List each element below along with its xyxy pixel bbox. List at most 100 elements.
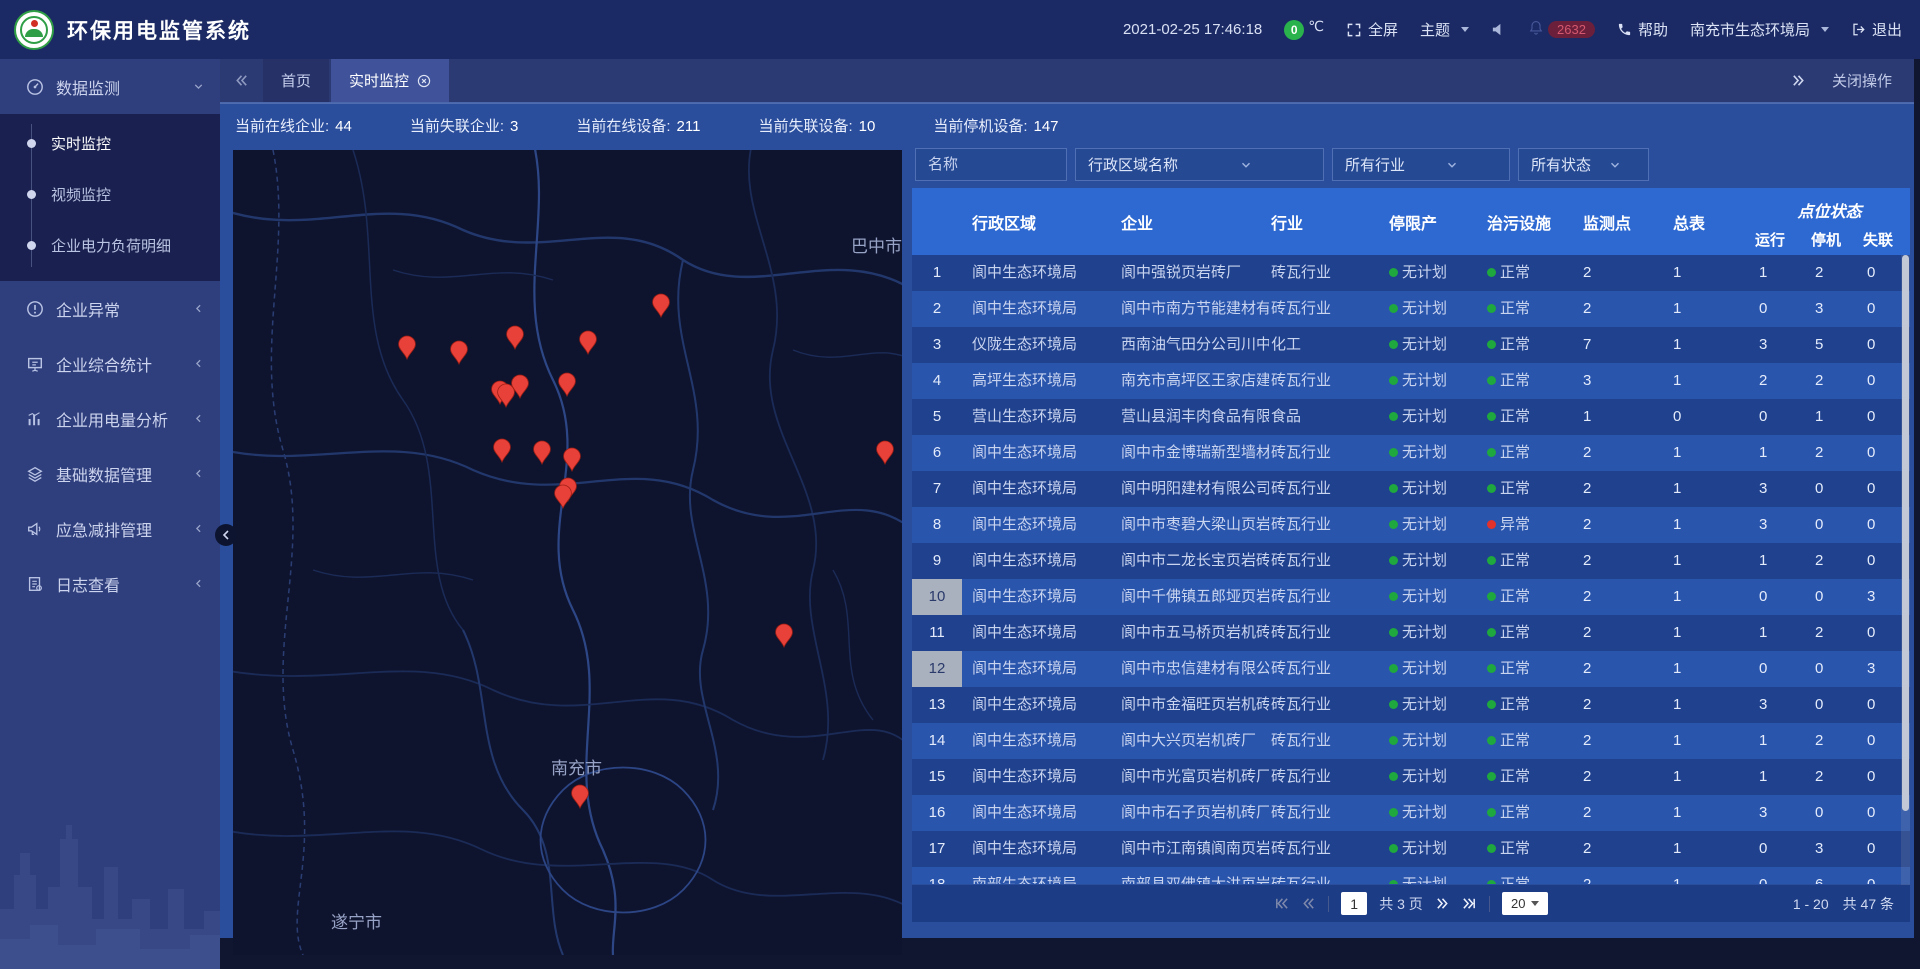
stat-label: 当前在线企业: bbox=[235, 118, 329, 135]
table-row[interactable]: 5营山生态环境局营山县润丰肉食品有限食品无计划正常10010 bbox=[912, 399, 1910, 435]
industry-filter-select[interactable]: 所有行业 bbox=[1332, 148, 1510, 181]
table-row[interactable]: 13阆中生态环境局阆中市金福旺页岩机砖砖瓦行业无计划正常21300 bbox=[912, 687, 1910, 723]
cell-facility: 正常 bbox=[1479, 399, 1579, 435]
name-filter-input[interactable] bbox=[915, 148, 1067, 181]
page-size-select[interactable]: 20 bbox=[1502, 892, 1548, 915]
status-dot-green-icon bbox=[1389, 484, 1398, 493]
theme-dropdown[interactable]: 主题 bbox=[1420, 19, 1469, 40]
map-pin[interactable] bbox=[776, 624, 793, 647]
sidebar-item-log-view[interactable]: 日志查看 bbox=[0, 556, 220, 611]
map-pin[interactable] bbox=[534, 441, 551, 464]
sidebar-item-realtime-monitoring[interactable]: 实时监控 bbox=[0, 118, 220, 169]
tab-scroll-left-icon[interactable] bbox=[220, 73, 263, 88]
cell-points: 2 bbox=[1579, 615, 1671, 651]
temperature-value: 0 bbox=[1284, 20, 1304, 40]
row-index: 3 bbox=[912, 327, 962, 363]
col-region: 行政区域 bbox=[962, 188, 1117, 255]
region-filter-select[interactable]: 行政区域名称 bbox=[1075, 148, 1324, 181]
cell-halt: 0 bbox=[1803, 471, 1857, 507]
datetime: 2021-02-25 17:46:18 bbox=[1123, 21, 1262, 38]
fullscreen-button[interactable]: 全屏 bbox=[1346, 19, 1398, 40]
sidebar-item-emergency-reduction[interactable]: 应急减排管理 bbox=[0, 501, 220, 556]
status-dot-green-icon bbox=[1389, 700, 1398, 709]
map-pin[interactable] bbox=[399, 336, 416, 359]
cell-company: 阆中市五马桥页岩机砖 bbox=[1117, 615, 1269, 651]
sidebar-collapse-button[interactable] bbox=[215, 524, 237, 546]
prev-page-button[interactable] bbox=[1301, 896, 1316, 911]
map-panel[interactable]: 巴中市南充市遂宁市 bbox=[233, 150, 902, 955]
table-row[interactable]: 12阆中生态环境局阆中市忠信建材有限公砖瓦行业无计划正常21003 bbox=[912, 651, 1910, 687]
map-pin[interactable] bbox=[555, 485, 572, 508]
cell-facility: 异常 bbox=[1479, 507, 1579, 543]
help-button[interactable]: 帮助 bbox=[1617, 19, 1668, 40]
table-row[interactable]: 14阆中生态环境局阆中大兴页岩机砖厂砖瓦行业无计划正常21120 bbox=[912, 723, 1910, 759]
stat-label: 当前停机设备: bbox=[933, 118, 1027, 135]
sidebar-item-power-analysis[interactable]: 企业用电量分析 bbox=[0, 391, 220, 446]
notification-badge: 2632 bbox=[1548, 21, 1595, 38]
table-row[interactable]: 11阆中生态环境局阆中市五马桥页岩机砖砖瓦行业无计划正常21120 bbox=[912, 615, 1910, 651]
last-page-button[interactable] bbox=[1462, 896, 1477, 911]
page-number-input[interactable]: 1 bbox=[1341, 892, 1367, 915]
presentation-icon bbox=[26, 355, 44, 373]
tab-scroll-right-icon[interactable] bbox=[1791, 73, 1806, 88]
table-row[interactable]: 9阆中生态环境局阆中市二龙长宝页岩砖砖瓦行业无计划正常21120 bbox=[912, 543, 1910, 579]
map-city-label: 巴中市 bbox=[851, 237, 902, 256]
status-dot-green-icon bbox=[1487, 484, 1496, 493]
table-row[interactable]: 7阆中生态环境局阆中明阳建材有限公司砖瓦行业无计划正常21300 bbox=[912, 471, 1910, 507]
table-row[interactable]: 2阆中生态环境局阆中市南方节能建材有砖瓦行业无计划正常21030 bbox=[912, 291, 1910, 327]
cell-stop: 无计划 bbox=[1375, 579, 1479, 615]
table-row[interactable]: 15阆中生态环境局阆中市光富页岩机砖厂砖瓦行业无计划正常21120 bbox=[912, 759, 1910, 795]
sidebar-item-base-data[interactable]: 基础数据管理 bbox=[0, 446, 220, 501]
map-pin[interactable] bbox=[451, 341, 468, 364]
cell-region: 阆中生态环境局 bbox=[962, 795, 1117, 831]
cell-meter: 1 bbox=[1671, 723, 1749, 759]
table-row[interactable]: 4高坪生态环境局南充市高坪区王家店建砖瓦行业无计划正常31220 bbox=[912, 363, 1910, 399]
cell-points: 2 bbox=[1579, 543, 1671, 579]
sidebar-item-video-monitoring[interactable]: 视频监控 bbox=[0, 169, 220, 220]
map-pin[interactable] bbox=[572, 785, 589, 808]
map-pin[interactable] bbox=[507, 326, 524, 349]
map-pin[interactable] bbox=[877, 441, 894, 464]
tab-realtime[interactable]: 实时监控 bbox=[331, 59, 449, 102]
table-row[interactable]: 17阆中生态环境局阆中市江南镇阆南页岩砖瓦行业无计划正常21030 bbox=[912, 831, 1910, 867]
sidebar-item-enterprise-statistics[interactable]: 企业综合统计 bbox=[0, 336, 220, 391]
table-row[interactable]: 6阆中生态环境局阆中市金博瑞新型墙材砖瓦行业无计划正常21120 bbox=[912, 435, 1910, 471]
stat-item-4: 当前停机设备:147 bbox=[933, 115, 1058, 136]
map-pin[interactable] bbox=[559, 373, 576, 396]
cell-region: 阆中生态环境局 bbox=[962, 435, 1117, 471]
cell-company: 阆中市枣碧大梁山页岩 bbox=[1117, 507, 1269, 543]
table-row[interactable]: 10阆中生态环境局阆中千佛镇五郎垭页岩砖瓦行业无计划正常21003 bbox=[912, 579, 1910, 615]
mute-speaker-icon[interactable] bbox=[1491, 22, 1506, 37]
sidebar-item-power-load-detail[interactable]: 企业电力负荷明细 bbox=[0, 220, 220, 271]
cell-points: 2 bbox=[1579, 435, 1671, 471]
status-dot-red-icon bbox=[1487, 520, 1496, 529]
first-page-button[interactable] bbox=[1274, 896, 1289, 911]
sidebar-item-data-monitoring[interactable]: 数据监测 bbox=[0, 59, 220, 114]
tab-home[interactable]: 首页 bbox=[263, 59, 329, 102]
table-row[interactable]: 18南部生态环境局南部县双佛镇太洪页岩砖瓦行业无计划正常21060 bbox=[912, 867, 1910, 884]
cell-halt: 0 bbox=[1803, 507, 1857, 543]
org-dropdown[interactable]: 南充市生态环境局 bbox=[1690, 19, 1829, 40]
tab-close-icon[interactable] bbox=[417, 74, 431, 88]
map-pin[interactable] bbox=[580, 331, 597, 354]
map-pin[interactable] bbox=[653, 294, 670, 317]
logout-button[interactable]: 退出 bbox=[1851, 19, 1902, 40]
table-row[interactable]: 1阆中生态环境局阆中强锐页岩砖厂砖瓦行业无计划正常21120 bbox=[912, 255, 1910, 291]
cell-facility: 正常 bbox=[1479, 327, 1579, 363]
table-row[interactable]: 3仪陇生态环境局西南油气田分公司川中化工无计划正常71350 bbox=[912, 327, 1910, 363]
table-scrollbar[interactable] bbox=[1901, 255, 1910, 885]
cell-halt: 0 bbox=[1803, 651, 1857, 687]
table-row[interactable]: 8阆中生态环境局阆中市枣碧大梁山页岩砖瓦行业无计划异常21300 bbox=[912, 507, 1910, 543]
scrollbar-thumb[interactable] bbox=[1902, 255, 1909, 811]
table-row[interactable]: 16阆中生态环境局阆中市石子页岩机砖厂砖瓦行业无计划正常21300 bbox=[912, 795, 1910, 831]
sidebar-item-label: 企业异常 bbox=[56, 297, 192, 321]
sidebar-item-enterprise-abnormal[interactable]: 企业异常 bbox=[0, 281, 220, 336]
close-operations-button[interactable]: 关闭操作 bbox=[1832, 70, 1892, 91]
cell-halt: 0 bbox=[1803, 687, 1857, 723]
notification-bell[interactable]: 2632 bbox=[1528, 20, 1595, 40]
map-pin[interactable] bbox=[494, 439, 511, 462]
cell-company: 阆中市石子页岩机砖厂 bbox=[1117, 795, 1269, 831]
status-filter-select[interactable]: 所有状态 bbox=[1518, 148, 1649, 181]
next-page-button[interactable] bbox=[1435, 896, 1450, 911]
row-index: 17 bbox=[912, 831, 962, 867]
